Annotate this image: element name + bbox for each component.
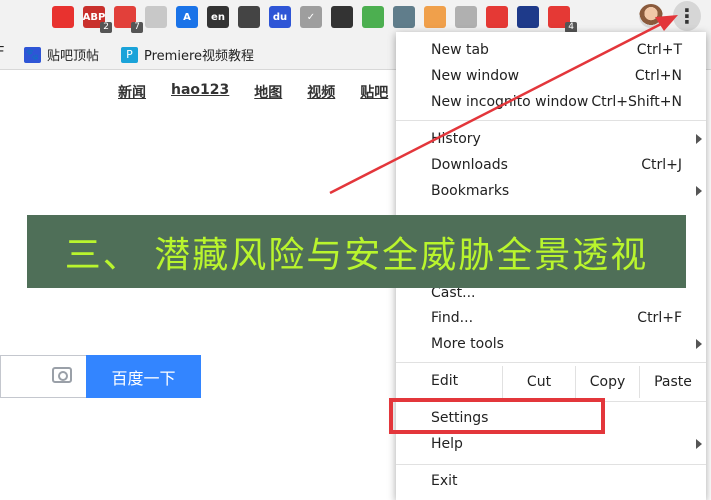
screenshot: ABP 2 7 Aen du ✓ 4 ⋮ F 🐾 贴吧顶帖 P Premiere视频教程 新… (0, 0, 711, 500)
arrow-head (655, 15, 678, 31)
arrow-line (329, 20, 666, 195)
annotation-arrow (329, 15, 678, 195)
